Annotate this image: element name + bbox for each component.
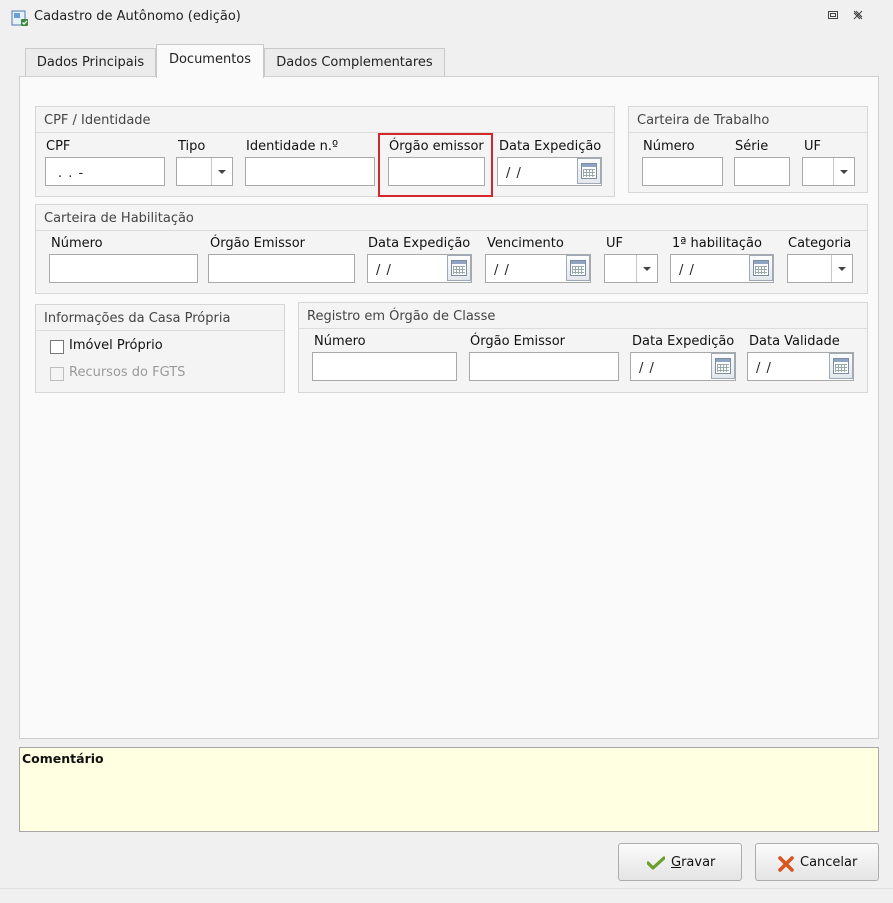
calendar-button[interactable] [566, 255, 590, 281]
calendar-icon [753, 260, 769, 276]
cnh-data-expedicao-label: Data Expedição [368, 236, 471, 251]
recursos-fgts-checkbox[interactable] [50, 367, 64, 381]
calendar-button[interactable] [577, 158, 601, 184]
ct-uf-dropdown-button[interactable] [833, 158, 854, 185]
ct-numero-input[interactable] [642, 157, 723, 186]
tipo-label: Tipo [178, 139, 206, 154]
tipo-select[interactable] [176, 157, 233, 186]
comment-label: Comentário [22, 751, 104, 766]
orgao-emissor-label: Órgão emissor [389, 139, 484, 154]
title-bar: Cadastro de Autônomo (edição) [0, 0, 893, 34]
data-expedicao-input-value: / / [506, 166, 522, 181]
tab-dados-complementares[interactable]: Dados Complementares [264, 48, 445, 77]
cpf-group-title: CPF / Identidade [44, 113, 151, 128]
identidade-input[interactable] [245, 157, 375, 186]
imovel-proprio-label[interactable]: Imóvel Próprio [69, 338, 163, 353]
rc-data-expedicao-value: / / [639, 361, 655, 376]
data-expedicao-label: Data Expedição [499, 139, 602, 154]
casa-propria-title: Informações da Casa Própria [44, 311, 231, 326]
calendar-button[interactable] [749, 255, 773, 281]
calendar-button[interactable] [711, 353, 735, 379]
data-expedicao-input[interactable]: / / [497, 157, 602, 186]
divider [36, 230, 867, 231]
chevron-down-icon [218, 170, 226, 174]
ct-numero-label: Número [643, 139, 695, 154]
divider [629, 132, 867, 133]
cnh-uf-select[interactable] [604, 254, 658, 283]
rc-data-validade-value: / / [756, 361, 772, 376]
ct-uf-label: UF [804, 139, 821, 154]
divider [36, 132, 614, 133]
window-bottom-edge [0, 888, 893, 903]
cnh-orgao-input[interactable] [208, 254, 355, 283]
carteira-trabalho-title: Carteira de Trabalho [637, 113, 770, 128]
divider [299, 328, 867, 329]
cnh-numero-label: Número [51, 236, 103, 251]
cpf-label: CPF [46, 139, 71, 154]
divider [36, 330, 284, 331]
identidade-label: Identidade n.º [246, 139, 339, 154]
checkmark-icon [647, 856, 665, 870]
habilitacao-title: Carteira de Habilitação [44, 211, 194, 226]
cnh-categoria-label: Categoria [788, 236, 852, 251]
cnh-uf-label: UF [606, 236, 623, 251]
rc-data-expedicao-label: Data Expedição [632, 334, 735, 349]
save-button-label: Gravar [671, 855, 716, 870]
tipo-dropdown-button[interactable] [211, 158, 232, 185]
cross-icon [778, 856, 794, 872]
recursos-fgts-label: Recursos do FGTS [69, 365, 186, 380]
cpf-input-value: . . - [58, 166, 85, 181]
ct-uf-select[interactable] [802, 157, 855, 186]
cnh-vencimento-label: Vencimento [487, 236, 564, 251]
cnh-vencimento-input[interactable]: / / [485, 254, 591, 283]
cnh-orgao-label: Órgão Emissor [210, 236, 305, 251]
chevron-down-icon [838, 267, 846, 271]
cnh-uf-dropdown-button[interactable] [636, 255, 657, 282]
restore-icon[interactable] [826, 9, 840, 23]
calendar-button[interactable] [447, 255, 471, 281]
chevron-down-icon [643, 267, 651, 271]
calendar-button[interactable] [829, 353, 853, 379]
cancel-button[interactable]: Cancelar [755, 843, 879, 881]
calendar-icon [570, 260, 586, 276]
rc-numero-input[interactable] [312, 352, 457, 381]
calendar-icon [451, 260, 467, 276]
rc-data-validade-label: Data Validade [749, 334, 840, 349]
cnh-numero-input[interactable] [49, 254, 198, 283]
orgao-emissor-input[interactable] [388, 157, 485, 186]
cnh-data-expedicao-input[interactable]: / / [367, 254, 472, 283]
imovel-proprio-checkbox[interactable] [50, 340, 64, 354]
cnh-vencimento-value: / / [494, 263, 510, 278]
rc-data-validade-input[interactable]: / / [747, 352, 854, 381]
cancel-button-label: Cancelar [800, 855, 858, 870]
calendar-icon [833, 358, 849, 374]
tab-documentos[interactable]: Documentos [156, 44, 264, 78]
tab-dados-principais[interactable]: Dados Principais [25, 48, 156, 77]
close-icon[interactable] [851, 9, 865, 23]
rc-orgao-label: Órgão Emissor [470, 334, 565, 349]
cnh-primeira-habilitacao-input[interactable]: / / [670, 254, 774, 283]
comment-textarea[interactable] [19, 747, 879, 832]
rc-data-expedicao-input[interactable]: / / [630, 352, 736, 381]
cnh-primeira-habilitacao-value: / / [679, 263, 695, 278]
save-button[interactable]: Gravar [618, 843, 742, 881]
cnh-categoria-select[interactable] [787, 254, 853, 283]
cnh-data-expedicao-value: / / [376, 263, 392, 278]
cnh-categoria-dropdown-button[interactable] [831, 255, 852, 282]
ct-serie-input[interactable] [734, 157, 790, 186]
cpf-input[interactable]: . . - [45, 157, 165, 186]
cnh-primeira-habilitacao-label: 1ª habilitação [672, 236, 762, 251]
window-title: Cadastro de Autônomo (edição) [34, 9, 241, 24]
chevron-down-icon [840, 170, 848, 174]
ct-serie-label: Série [735, 139, 769, 154]
rc-numero-label: Número [314, 334, 366, 349]
app-icon [11, 10, 28, 26]
calendar-icon [581, 163, 597, 179]
rc-orgao-input[interactable] [469, 352, 619, 381]
registro-classe-title: Registro em Órgão de Classe [307, 309, 496, 324]
calendar-icon [715, 358, 731, 374]
